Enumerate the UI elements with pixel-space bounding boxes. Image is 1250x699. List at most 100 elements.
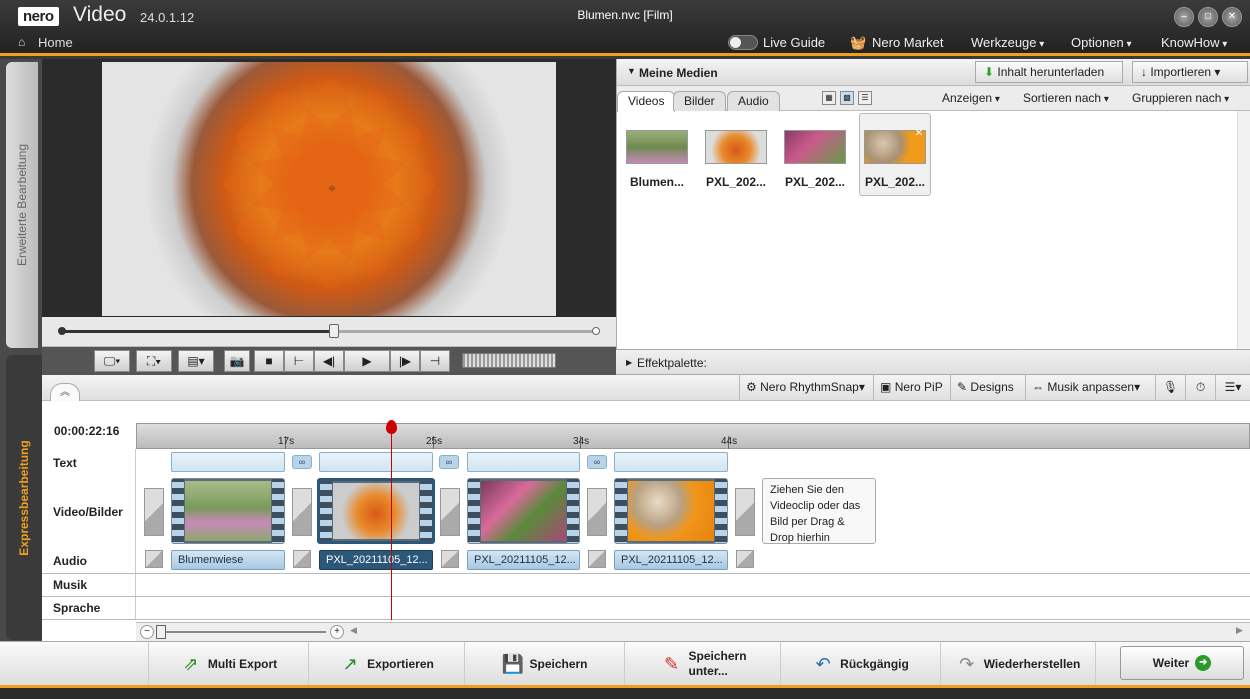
display-mode-icon[interactable]: 🖵▾: [94, 350, 130, 372]
music-fit-button[interactable]: ⇔ Musik anpassen▾: [1025, 375, 1146, 400]
zoom-handle[interactable]: [156, 625, 166, 639]
mark-in-icon[interactable]: ⊢: [284, 350, 314, 372]
menu-werkzeuge[interactable]: Werkzeuge: [971, 35, 1044, 50]
collapse-timeline-icon[interactable]: ︽: [50, 383, 80, 401]
playhead-handle[interactable]: [386, 420, 397, 434]
jog-wheel[interactable]: [462, 353, 556, 368]
live-guide-label[interactable]: Live Guide: [763, 35, 825, 50]
audio-transition-slot[interactable]: [588, 550, 606, 568]
minimize-button[interactable]: –: [1174, 7, 1194, 27]
video-clip[interactable]: [614, 478, 728, 544]
menu-optionen[interactable]: Optionen: [1071, 35, 1132, 50]
save-button[interactable]: 💾 Speichern: [464, 642, 624, 686]
video-clip-selected[interactable]: [317, 478, 435, 544]
download-icon: ⬇: [984, 65, 995, 79]
tab-videos[interactable]: Videos: [617, 91, 676, 112]
menu-icon[interactable]: ☰▾: [1215, 375, 1250, 400]
scroll-left-icon[interactable]: ◀: [350, 625, 357, 636]
drop-zone[interactable]: Ziehen Sie den Videoclip oder das Bild p…: [762, 478, 876, 544]
text-slot[interactable]: [614, 452, 728, 472]
zoom-track[interactable]: [158, 631, 326, 633]
transition-slot[interactable]: [735, 488, 755, 536]
link-icon[interactable]: ∞: [439, 455, 459, 469]
collapse-icon[interactable]: ▼: [627, 66, 636, 76]
close-button[interactable]: ✕: [1222, 7, 1242, 27]
nero-market-link[interactable]: Nero Market: [872, 35, 944, 50]
tab-expressbearbeitung[interactable]: Expressbearbeitung: [6, 355, 42, 640]
fullscreen-icon[interactable]: ⛶▾: [136, 350, 172, 372]
tab-bilder[interactable]: Bilder: [673, 91, 726, 111]
video-clip[interactable]: [467, 478, 580, 544]
grid-view-icon[interactable]: ▩: [840, 91, 854, 105]
transition-slot[interactable]: [144, 488, 164, 536]
media-scrollbar[interactable]: [1237, 111, 1250, 349]
previous-frame-icon[interactable]: ◀|: [314, 350, 344, 372]
download-content-button[interactable]: ⬇ Inhalt herunterladen: [975, 61, 1123, 83]
audio-transition-slot[interactable]: [293, 550, 311, 568]
sort-dropdown[interactable]: Sortieren nach: [1023, 91, 1109, 105]
home-icon[interactable]: ⌂: [18, 35, 25, 49]
text-slot[interactable]: [319, 452, 433, 472]
audio-transition-slot[interactable]: [145, 550, 163, 568]
media-thumb[interactable]: PXL_202...: [781, 128, 849, 200]
transition-slot[interactable]: [292, 488, 312, 536]
audio-clip[interactable]: PXL_20211105_12...: [614, 550, 728, 570]
audio-transition-slot[interactable]: [736, 550, 754, 568]
large-icons-view-icon[interactable]: ▦: [822, 91, 836, 105]
timer-icon[interactable]: ⏱: [1185, 375, 1215, 400]
audio-transition-slot[interactable]: [441, 550, 459, 568]
save-as-button[interactable]: ✎ Speichern unter...: [624, 642, 780, 686]
audio-clip-selected[interactable]: PXL_20211105_12...: [319, 550, 433, 570]
effect-palette-header[interactable]: ▶ Effektpalette:: [616, 349, 1250, 375]
anzeigen-dropdown[interactable]: Anzeigen: [942, 91, 1000, 105]
text-slot[interactable]: [467, 452, 580, 472]
media-thumb[interactable]: Blumen...: [623, 128, 691, 200]
designs-button[interactable]: ✎ Designs: [950, 375, 1020, 400]
maximize-button[interactable]: □: [1198, 7, 1218, 27]
zoom-out-icon[interactable]: −: [140, 625, 154, 639]
seek-handle[interactable]: [329, 324, 340, 338]
preview-image[interactable]: ⌖: [102, 62, 556, 316]
stop-icon[interactable]: ■: [254, 350, 284, 372]
transition-slot[interactable]: [587, 488, 607, 536]
audio-clip[interactable]: PXL_20211105_12...: [467, 550, 580, 570]
audio-clip[interactable]: Blumenwiese: [171, 550, 285, 570]
redo-button[interactable]: ↷ Wiederherstellen: [940, 642, 1096, 686]
next-frame-icon[interactable]: |▶: [390, 350, 420, 372]
aspect-icon[interactable]: ▤▾: [178, 350, 214, 372]
group-dropdown[interactable]: Gruppieren nach: [1132, 91, 1229, 105]
video-clip[interactable]: [171, 478, 285, 544]
zoom-bar: − + ◀ ▶: [136, 622, 1250, 641]
undo-button[interactable]: ↶ Rückgängig: [780, 642, 940, 686]
list-view-icon[interactable]: ☰: [858, 91, 872, 105]
playhead-line: [391, 423, 392, 620]
tab-audio[interactable]: Audio: [727, 91, 780, 111]
menu-knowhow[interactable]: KnowHow: [1161, 35, 1227, 50]
mark-out-icon[interactable]: ⊣: [420, 350, 450, 372]
link-icon[interactable]: ∞: [292, 455, 312, 469]
seek-start-marker: [58, 327, 66, 335]
media-thumb[interactable]: ✕ PXL_202...: [861, 128, 929, 200]
seek-bar[interactable]: [42, 317, 616, 347]
export-button[interactable]: ↗ Exportieren: [308, 642, 464, 686]
microphone-icon[interactable]: 🎙: [1155, 375, 1185, 400]
multi-export-button[interactable]: ⇗ Multi Export: [148, 642, 308, 686]
remove-icon[interactable]: ✕: [913, 128, 925, 140]
tab-erweiterte-bearbeitung[interactable]: Erweiterte Bearbeitung: [6, 62, 38, 348]
media-thumb[interactable]: PXL_202...: [702, 128, 770, 200]
pip-button[interactable]: ▣ Nero PiP: [873, 375, 949, 400]
live-guide-toggle[interactable]: [728, 35, 758, 50]
basket-icon[interactable]: 🧺: [850, 35, 866, 51]
snapshot-icon[interactable]: 📷: [224, 350, 250, 372]
link-icon[interactable]: ∞: [587, 455, 607, 469]
time-ruler[interactable]: 17s 25s 34s 44s: [136, 423, 1250, 449]
rhythmsnap-button[interactable]: ⚙ Nero RhythmSnap▾: [739, 375, 871, 400]
text-slot[interactable]: [171, 452, 285, 472]
next-button[interactable]: Weiter ➜: [1120, 646, 1244, 680]
scroll-right-icon[interactable]: ▶: [1236, 625, 1243, 636]
home-link[interactable]: Home: [38, 35, 73, 50]
play-icon[interactable]: ▶: [344, 350, 390, 372]
transition-slot[interactable]: [440, 488, 460, 536]
zoom-in-icon[interactable]: +: [330, 625, 344, 639]
import-button[interactable]: ↓ Importieren ▾: [1132, 61, 1248, 83]
